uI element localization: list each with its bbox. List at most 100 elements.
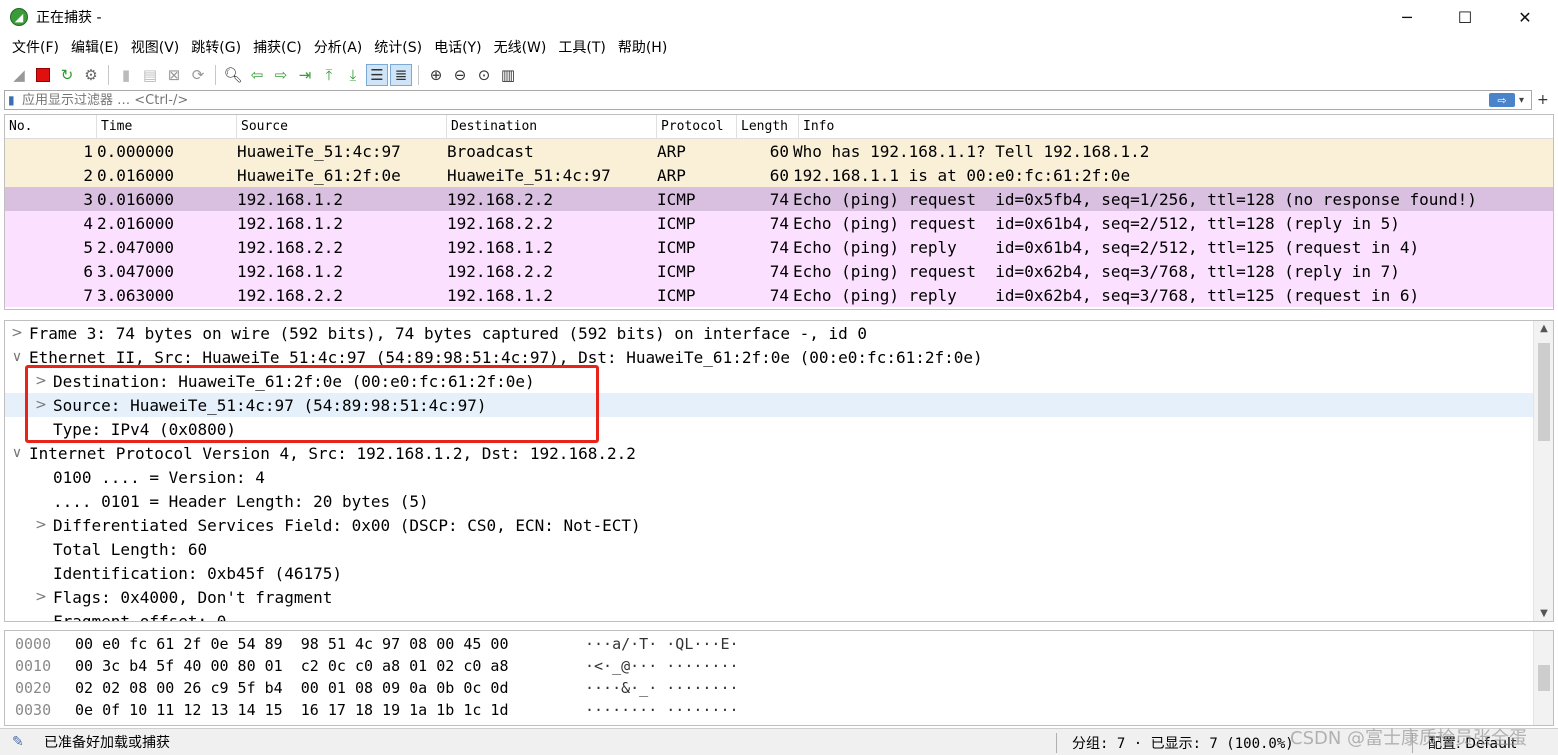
colorize-icon[interactable]: ≣ (390, 64, 412, 86)
maximize-button[interactable]: ☐ (1436, 0, 1494, 34)
detail-row[interactable]: Fragment offset: 0 (5, 609, 1533, 622)
packet-count: 分组: 7 · 已显示: 7 (100.0%) (1072, 736, 1294, 752)
zoom-out-icon[interactable]: ⊖ (449, 64, 471, 86)
packet-row[interactable]: 6 3.047000 192.168.1.2 192.168.2.2 ICMP 74 Ech… (5, 259, 1553, 283)
add-filter-button[interactable]: + (1537, 92, 1549, 108)
zoom-in-icon[interactable]: ⊕ (425, 64, 447, 86)
cell-protocol: ICMP (657, 285, 696, 305)
hex-row[interactable]: 0010 00 3c b4 5f 40 00 80 01 c2 0c c0 a8 … (5, 655, 1553, 677)
column-header-source[interactable]: Source (237, 115, 447, 138)
column-header-info[interactable]: Info (799, 115, 1553, 138)
bytes-scrollbar[interactable] (1533, 631, 1553, 725)
go-first-packet-icon[interactable]: ⤒ (318, 64, 340, 86)
packet-row[interactable]: 3 0.016000 192.168.1.2 192.168.2.2 ICMP 74 Ech… (5, 187, 1553, 211)
highlight-box (25, 365, 599, 443)
detail-row[interactable]: > Frame 3: 74 bytes on wire (592 bits), 7… (5, 321, 1533, 345)
hex-hex: 0e 0f 10 11 12 13 14 15 16 17 18 19 1a 1… (75, 701, 509, 719)
apply-filter-button[interactable]: ⇨ (1489, 93, 1515, 107)
menu-capture[interactable]: 捕获(C) (247, 37, 308, 57)
column-header-length[interactable]: Length (737, 115, 799, 138)
save-file-icon[interactable]: ▤ (139, 64, 161, 86)
go-back-icon[interactable]: ⇦ (246, 64, 268, 86)
minimize-button[interactable]: ─ (1378, 0, 1436, 34)
chevron-down-icon[interactable]: ∨ (5, 445, 29, 461)
close-file-icon[interactable]: ⊠ (163, 64, 185, 86)
scroll-thumb[interactable] (1538, 343, 1550, 441)
resize-columns-icon[interactable]: ▥ (497, 64, 519, 86)
cell-no: 4 (83, 213, 93, 233)
hex-row[interactable]: 0030 0e 0f 10 11 12 13 14 15 16 17 18 19 … (5, 699, 1553, 721)
zoom-normal-icon[interactable]: ⊙ (473, 64, 495, 86)
detail-text: 0100 .... = Version: 4 (53, 467, 265, 487)
hex-offset: 0010 (15, 657, 52, 675)
display-filter-bar: ▮ ⇨ ▾ (4, 90, 1532, 110)
detail-row[interactable]: .... 0101 = Header Length: 20 bytes (5) (5, 489, 1533, 513)
column-header-no[interactable]: No. (5, 115, 97, 138)
chevron-right-icon[interactable]: > (5, 325, 29, 341)
packet-row[interactable]: 4 2.016000 192.168.1.2 192.168.2.2 ICMP 74 Ech… (5, 211, 1553, 235)
menu-statistics[interactable]: 统计(S) (368, 37, 428, 57)
bookmark-icon[interactable]: ▮ (8, 93, 22, 107)
open-file-icon[interactable]: ▮ (115, 64, 137, 86)
menu-wireless[interactable]: 无线(W) (488, 37, 553, 57)
start-capture-icon[interactable]: ◢ (8, 64, 30, 86)
packet-list-header: No. Time Source Destination Protocol Len… (5, 115, 1553, 139)
hex-hex: 00 3c b4 5f 40 00 80 01 c2 0c c0 a8 01 0… (75, 657, 509, 675)
detail-row[interactable]: > Differentiated Services Field: 0x00 (DS… (5, 513, 1533, 537)
cell-info: Echo (ping) request id=0x5fb4, seq=1/256… (793, 189, 1477, 209)
menu-edit[interactable]: 编辑(E) (65, 37, 125, 57)
capture-options-icon[interactable]: ⚙ (80, 64, 102, 86)
find-packet-icon[interactable]: 🔍︎ (222, 64, 244, 86)
cell-destination: HuaweiTe_51:4c:97 (447, 165, 611, 185)
column-header-destination[interactable]: Destination (447, 115, 657, 138)
restart-capture-icon[interactable]: ↻ (56, 64, 78, 86)
packet-row[interactable]: 5 2.047000 192.168.2.2 192.168.1.2 ICMP 74 Ech… (5, 235, 1553, 259)
chevron-right-icon[interactable]: > (29, 517, 53, 533)
stop-capture-icon[interactable] (32, 64, 54, 86)
chevron-right-icon[interactable]: > (29, 589, 53, 605)
close-button[interactable]: ✕ (1496, 0, 1554, 34)
scroll-thumb[interactable] (1538, 665, 1550, 691)
detail-row[interactable]: 0100 .... = Version: 4 (5, 465, 1533, 489)
hex-row[interactable]: 0000 00 e0 fc 61 2f 0e 54 89 98 51 4c 97 … (5, 633, 1553, 655)
detail-row[interactable]: ∨ Internet Protocol Version 4, Src: 192.1… (5, 441, 1533, 465)
menu-analyze[interactable]: 分析(A) (308, 37, 369, 57)
display-filter-input[interactable] (22, 91, 1489, 109)
details-scrollbar[interactable]: ▲ ▼ (1533, 321, 1553, 621)
cell-length: 74 (769, 261, 789, 281)
detail-row[interactable]: Total Length: 60 (5, 537, 1533, 561)
packet-row[interactable]: 2 0.016000 HuaweiTe_61:2f:0e HuaweiTe_51:4c… (5, 163, 1553, 187)
packet-row[interactable]: 7 3.063000 192.168.2.2 192.168.1.2 ICMP 74 Ech… (5, 283, 1553, 307)
cell-length: 74 (769, 189, 789, 209)
detail-text: Differentiated Services Field: 0x00 (DSC… (53, 515, 641, 535)
chevron-down-icon[interactable]: ∨ (5, 349, 29, 365)
cell-time: 0.016000 (97, 189, 175, 209)
cell-destination: 192.168.2.2 (447, 213, 553, 233)
detail-row[interactable]: Identification: 0xb45f (46175) (5, 561, 1533, 585)
column-header-protocol[interactable]: Protocol (657, 115, 737, 138)
go-to-packet-icon[interactable]: ⇥ (294, 64, 316, 86)
window-title: 正在捕获 - (36, 10, 102, 26)
go-forward-icon[interactable]: ⇨ (270, 64, 292, 86)
reload-file-icon[interactable]: ⟳ (187, 64, 209, 86)
cell-no: 3 (83, 189, 93, 209)
menu-file[interactable]: 文件(F) (6, 37, 65, 57)
go-last-packet-icon[interactable]: ⤓ (342, 64, 364, 86)
column-header-time[interactable]: Time (97, 115, 237, 138)
cell-protocol: ARP (657, 165, 686, 185)
menu-telephony[interactable]: 电话(Y) (428, 37, 487, 57)
menu-help[interactable]: 帮助(H) (612, 37, 673, 57)
hex-row[interactable]: 0020 02 02 08 00 26 c9 5f b4 00 01 08 09 … (5, 677, 1553, 699)
expert-info-icon[interactable]: ✎ (12, 734, 28, 750)
autoscroll-icon[interactable]: ☰ (366, 64, 388, 86)
menu-tools[interactable]: 工具(T) (552, 37, 611, 57)
packet-row[interactable]: 1 0.000000 HuaweiTe_51:4c:97 Broadcast ARP 60… (5, 139, 1553, 163)
cell-protocol: ICMP (657, 213, 696, 233)
scroll-down-icon[interactable]: ▼ (1534, 608, 1553, 619)
menu-view[interactable]: 视图(V) (125, 37, 186, 57)
menu-go[interactable]: 跳转(G) (185, 37, 247, 57)
cell-time: 2.016000 (97, 213, 175, 233)
scroll-up-icon[interactable]: ▲ (1534, 323, 1553, 334)
detail-row[interactable]: > Flags: 0x4000, Don't fragment (5, 585, 1533, 609)
filter-dropdown-icon[interactable]: ▾ (1519, 95, 1531, 106)
